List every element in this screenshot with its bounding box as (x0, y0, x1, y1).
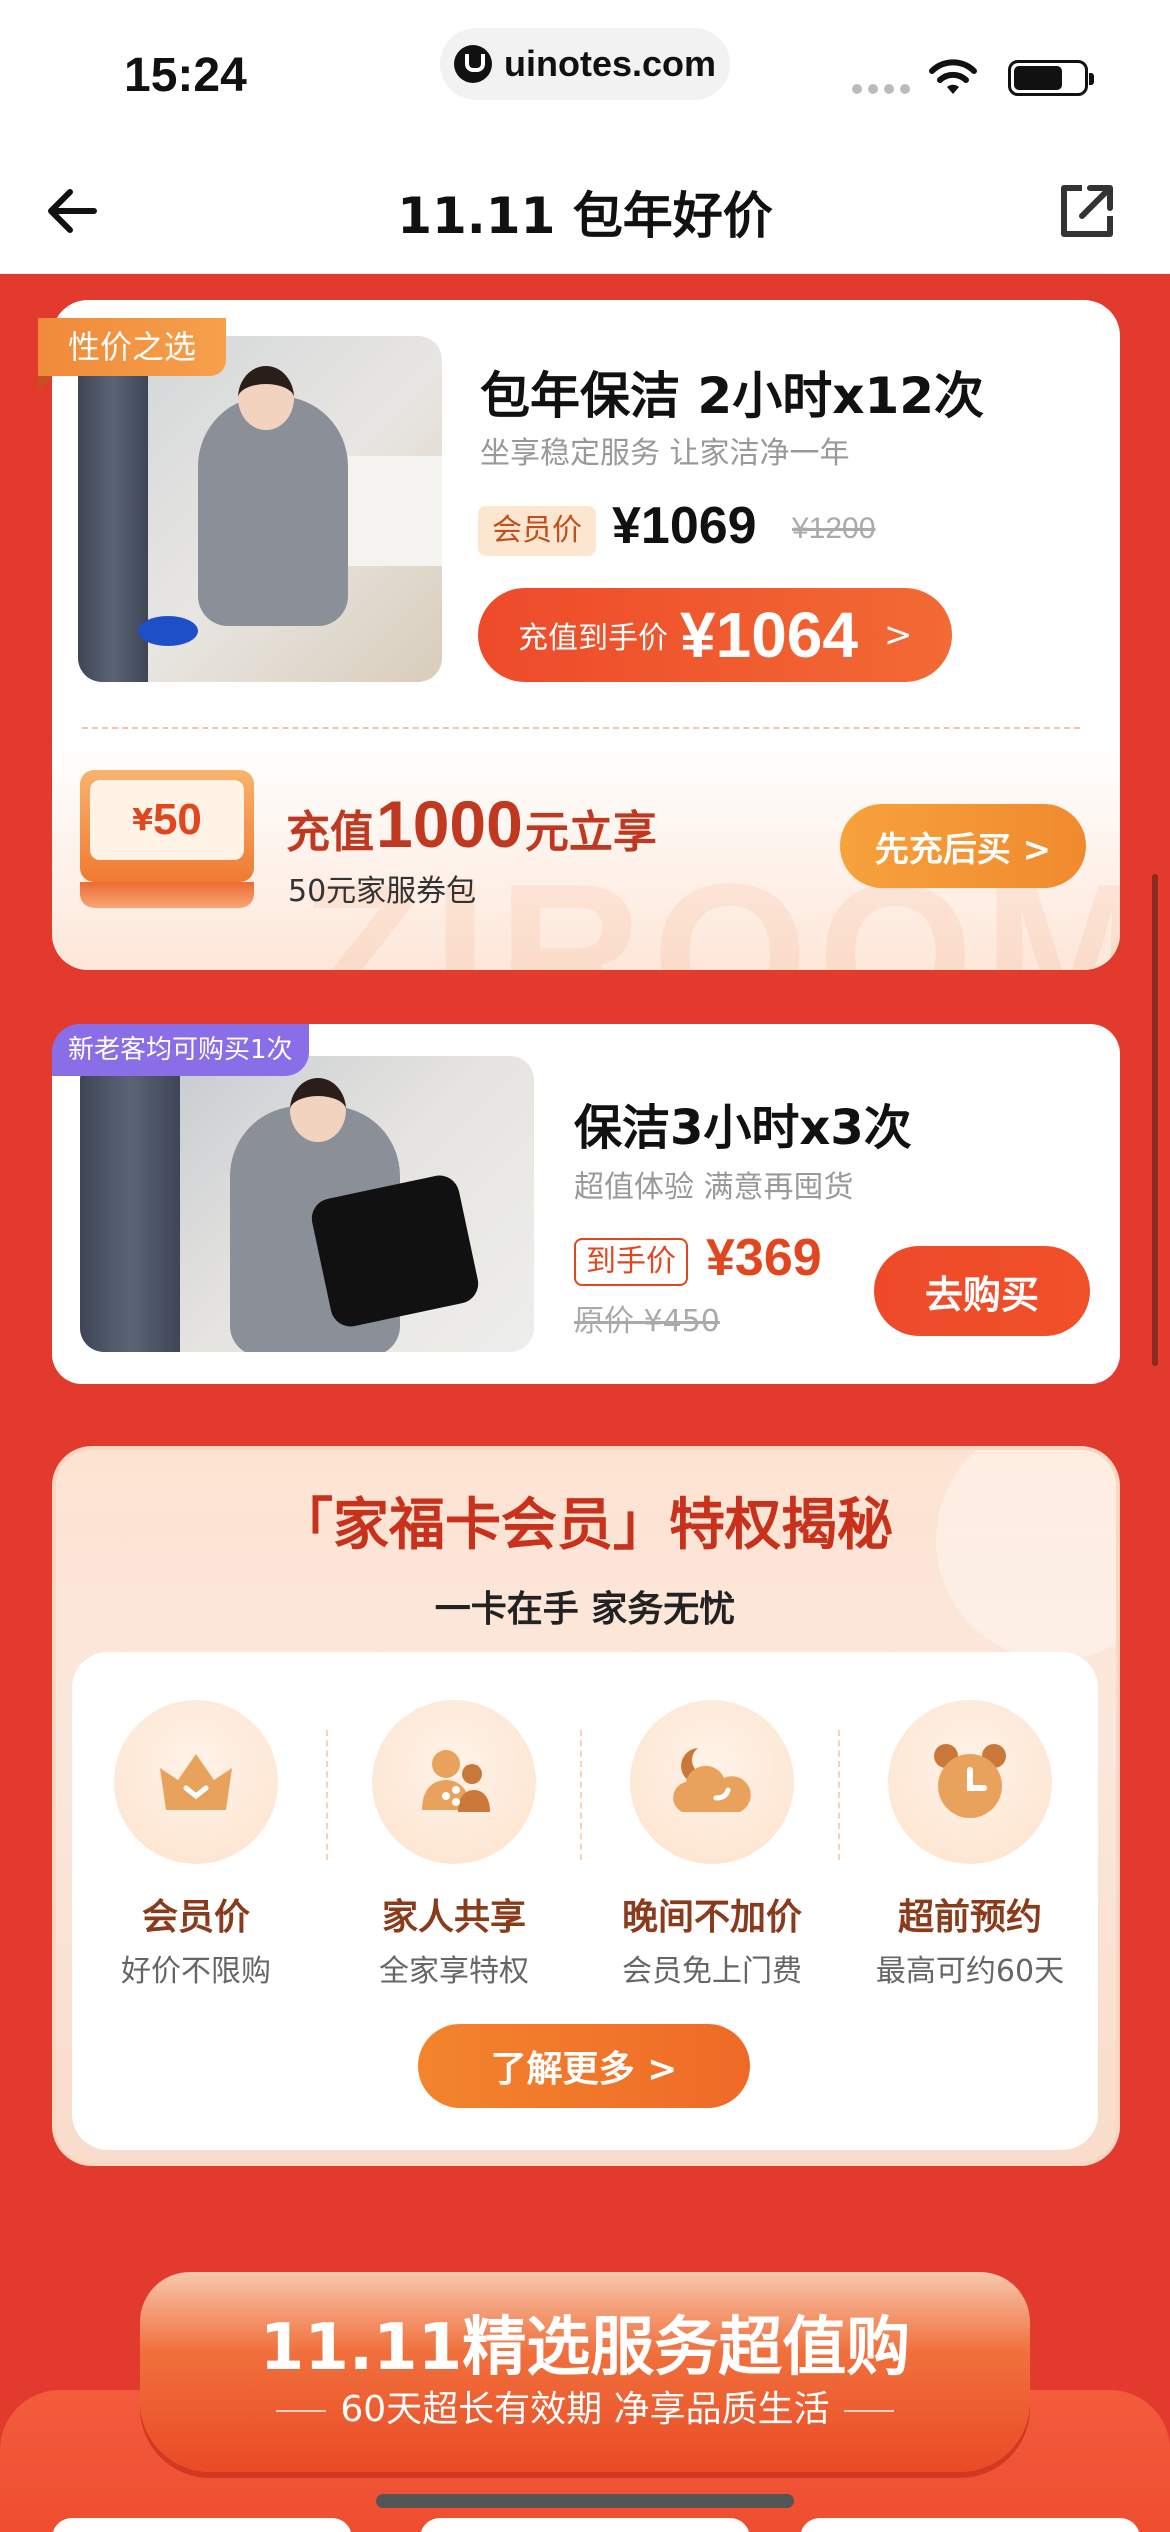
recharge-price-button[interactable]: 充值到手价 ¥1064 > (478, 588, 952, 682)
promo-subtitle: 50元家服券包 (288, 874, 477, 909)
benefit-desc: 最高可约60天 (875, 1954, 1065, 1989)
coupon-icon: ¥ 50 (80, 770, 254, 910)
alarm-clock-icon (934, 1744, 1006, 1818)
final-price-tag: 到手价 (574, 1238, 688, 1286)
product-subtitle: 超值体验 满意再囤货 (574, 1170, 854, 1205)
membership-subtitle: 一卡在手 家务无忧 (434, 1589, 736, 1630)
purchase-limit-badge: 新老客均可购买1次 (52, 1024, 309, 1076)
button-label: 充值到手价 (518, 621, 668, 656)
buy-button[interactable]: 去购买 (874, 1246, 1090, 1336)
member-price: ¥1069 (612, 497, 757, 555)
recharge-first-button[interactable]: 先充后买 > (840, 804, 1086, 888)
benefit-name: 会员价 (141, 1897, 250, 1938)
original-price: ¥1200 (792, 512, 876, 545)
coupon-currency: ¥ (132, 802, 153, 838)
original-price: 原价 ¥450 (574, 1304, 720, 1339)
divider (82, 727, 1080, 729)
battery-icon (1008, 60, 1094, 96)
status-time: 15:24 (124, 49, 247, 102)
family-share-icon (422, 1750, 490, 1812)
benefit-name: 晚间不加价 (621, 1897, 802, 1938)
promo-title: 充值 1000 元立享 (286, 787, 657, 861)
cellular-signal-icon (852, 84, 910, 94)
wifi-icon (929, 59, 977, 94)
final-price: ¥369 (706, 1229, 822, 1287)
banner-subtitle: 60天超长有效期 净享品质生活 (0, 2380, 1170, 2432)
learn-more-button[interactable]: 了解更多 > (418, 2024, 750, 2108)
benefit-desc: 会员免上门费 (622, 1954, 802, 1989)
product-title: 包年保洁 2小时x12次 (480, 367, 985, 425)
membership-title: 「家福卡会员」特权揭秘 (277, 1493, 893, 1558)
member-price-tag: 会员价 (478, 506, 596, 556)
benefit-desc: 好价不限购 (121, 1954, 271, 1989)
banner-title: 11.11精选服务超值购 (259, 2311, 911, 2385)
benefit-advance-booking[interactable]: 超前预约 最高可约60天 (850, 1700, 1090, 1990)
value-pick-badge: 性价之选 (38, 318, 227, 390)
benefit-member-price[interactable]: 会员价 好价不限购 (76, 1700, 316, 1990)
product-title: 保洁3小时x3次 (574, 1100, 912, 1156)
navigation-bar: 11.11 包年好价 (0, 150, 1170, 274)
share-external-icon[interactable] (1054, 180, 1118, 244)
coupon-amount: 50 (152, 795, 202, 844)
page-title: 11.11 包年好价 (397, 187, 773, 245)
button-amount: ¥1064 (680, 599, 858, 671)
product-card-peek (800, 2518, 1140, 2532)
chevron-right-icon: > (883, 615, 913, 655)
url-text: uinotes.com (503, 43, 717, 84)
benefit-name: 家人共享 (381, 1897, 526, 1938)
scrollbar[interactable] (1152, 874, 1158, 1366)
benefit-desc: 全家享特权 (379, 1954, 529, 1989)
moon-cloud-icon (673, 1748, 751, 1812)
crown-icon (160, 1754, 232, 1810)
product-card-peek (52, 2518, 352, 2532)
benefit-no-night-surcharge[interactable]: 晚间不加价 会员免上门费 (592, 1700, 832, 1990)
url-bar[interactable]: uinotes.com (440, 28, 730, 100)
status-bar: 15:24 uinotes.com (0, 0, 1170, 150)
product-subtitle: 坐享稳定服务 让家洁净一年 (480, 436, 850, 471)
cleaning-photo (80, 1056, 534, 1352)
benefit-name: 超前预约 (897, 1897, 1042, 1938)
cleaning-photo (78, 336, 442, 682)
benefit-family-share[interactable]: 家人共享 全家享特权 (334, 1700, 574, 1990)
site-logo-icon (453, 45, 492, 83)
home-indicator[interactable] (376, 2494, 794, 2508)
product-card-peek (420, 2518, 750, 2532)
